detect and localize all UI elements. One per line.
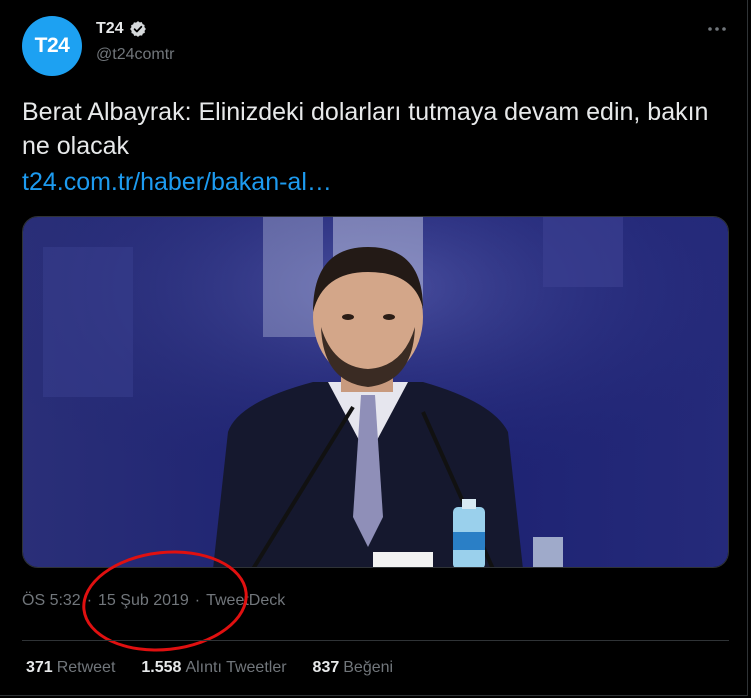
- retweets-stat[interactable]: 371 Retweet: [26, 659, 115, 677]
- author-handle[interactable]: @t24comtr: [96, 46, 174, 64]
- quotes-label: Alıntı Tweetler: [185, 659, 287, 676]
- avatar[interactable]: T24: [22, 16, 82, 76]
- likes-label: Beğeni: [343, 659, 394, 676]
- avatar-text: T24: [34, 34, 70, 57]
- retweets-label: Retweet: [56, 659, 116, 676]
- quotes-stat[interactable]: 1.558 Alıntı Tweetler: [141, 659, 286, 677]
- likes-count: 837: [312, 659, 340, 676]
- likes-stat[interactable]: 837 Beğeni: [313, 659, 394, 677]
- tweet-stats: 371 Retweet 1.558 Alıntı Tweetler 837 Be…: [26, 659, 393, 677]
- tweet-time[interactable]: ÖS 5:32: [22, 592, 81, 610]
- more-options-icon[interactable]: [705, 22, 729, 36]
- speaker-photo: [23, 217, 728, 567]
- author-name[interactable]: T24: [96, 20, 124, 38]
- tweet-link[interactable]: t24.com.tr/haber/bakan-al…: [22, 165, 332, 199]
- retweets-count: 371: [26, 659, 53, 676]
- tweet-media-image[interactable]: [22, 216, 729, 568]
- tweet-text: Berat Albayrak: Elinizdeki dolarları tut…: [22, 98, 709, 160]
- author-name-row: T24: [96, 20, 147, 38]
- verified-badge-icon: [129, 20, 147, 38]
- quotes-count: 1.558: [141, 659, 182, 676]
- divider: [22, 640, 729, 641]
